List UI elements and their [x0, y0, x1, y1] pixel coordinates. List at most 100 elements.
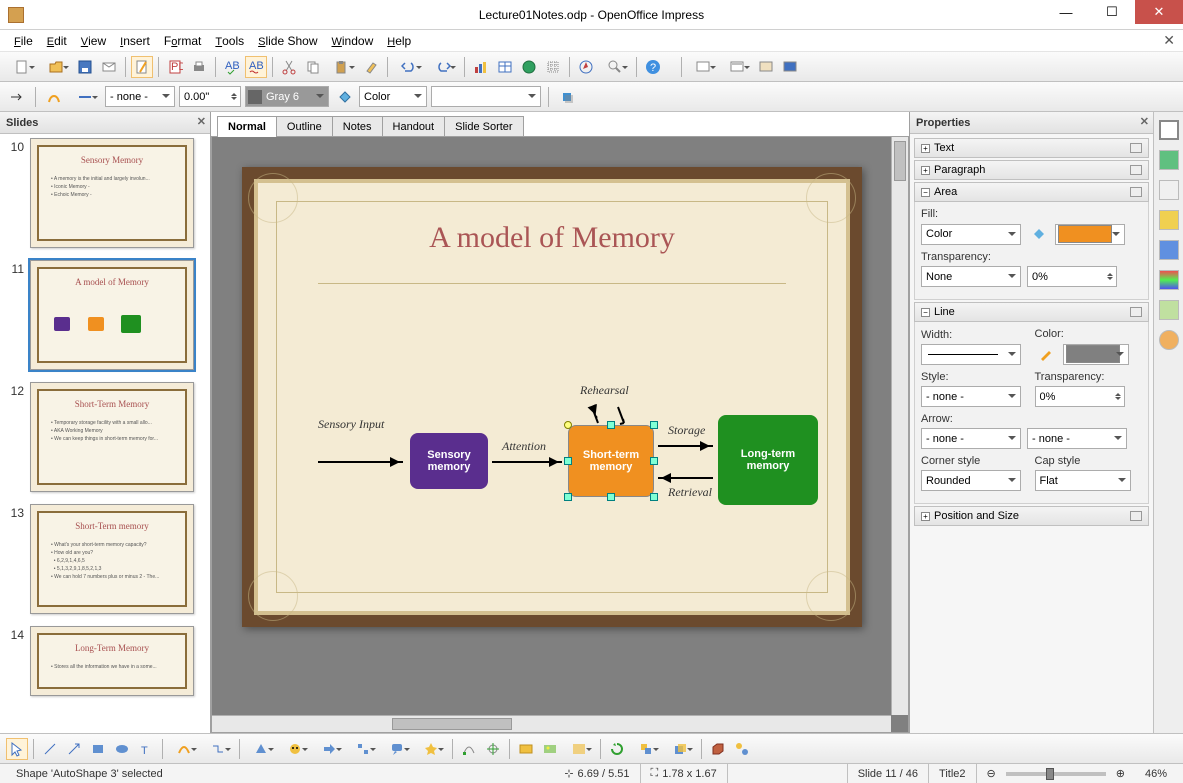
chart-button[interactable]: [470, 56, 492, 78]
redo-button[interactable]: [427, 56, 459, 78]
more-icon[interactable]: [1130, 143, 1142, 153]
sidetab-custom-animation[interactable]: [1159, 180, 1179, 200]
more-icon[interactable]: [1130, 165, 1142, 175]
open-button[interactable]: [40, 56, 72, 78]
fill-type-combo[interactable]: Color: [359, 86, 427, 107]
more-icon[interactable]: [1130, 187, 1142, 197]
canvas-hscroll[interactable]: [212, 715, 891, 732]
canvas-vscroll[interactable]: [891, 137, 908, 715]
spellcheck-button[interactable]: ABC: [221, 56, 243, 78]
rotation-handle[interactable]: [564, 421, 572, 429]
navigator-button[interactable]: [575, 56, 597, 78]
arrange-tool[interactable]: [664, 738, 696, 760]
points-tool[interactable]: [458, 738, 480, 760]
close-document-button[interactable]: ✕: [1163, 32, 1175, 49]
close-button[interactable]: ✕: [1135, 0, 1183, 24]
interaction-tool[interactable]: [731, 738, 753, 760]
bucket-icon[interactable]: [1027, 223, 1049, 245]
fill-type-select[interactable]: Color: [921, 224, 1021, 245]
new-button[interactable]: [6, 56, 38, 78]
sidetab-styles[interactable]: [1159, 240, 1179, 260]
email-button[interactable]: [98, 56, 120, 78]
section-text[interactable]: +Text: [914, 138, 1149, 158]
shadow-button[interactable]: [556, 86, 578, 108]
corner-select[interactable]: Rounded: [921, 470, 1021, 491]
table-button[interactable]: [494, 56, 516, 78]
line-tool[interactable]: [39, 738, 61, 760]
resize-handle-n[interactable]: [607, 421, 615, 429]
zoom-button[interactable]: [599, 56, 631, 78]
sidetab-functions[interactable]: [1159, 330, 1179, 350]
tab-normal[interactable]: Normal: [217, 116, 277, 137]
tab-slidesorter[interactable]: Slide Sorter: [444, 116, 523, 137]
menu-view[interactable]: View: [75, 32, 112, 50]
slide-canvas[interactable]: A model of Memory Sensory Input Sensory …: [211, 136, 909, 733]
sidetab-navigator[interactable]: [1159, 300, 1179, 320]
more-icon[interactable]: [1130, 511, 1142, 521]
menu-insert[interactable]: Insert: [114, 32, 156, 50]
minimize-button[interactable]: —: [1043, 0, 1089, 24]
transparency-mode-select[interactable]: None: [921, 266, 1021, 287]
slide-thumb-14[interactable]: Long-Term Memory• Stores all the informa…: [30, 626, 194, 696]
box-short-term-memory[interactable]: Short-term memory: [568, 425, 654, 497]
arrow-input[interactable]: [318, 461, 403, 463]
arrow-left-select[interactable]: - none -: [921, 428, 1021, 449]
tab-notes[interactable]: Notes: [332, 116, 383, 137]
extrusion-tool[interactable]: [707, 738, 729, 760]
sidetab-properties[interactable]: [1159, 120, 1179, 140]
hyperlink-button[interactable]: [518, 56, 540, 78]
arrow-retrieval[interactable]: [658, 477, 713, 479]
slides-thumbnails[interactable]: 10 Sensory Memory• A memory is the initi…: [0, 134, 210, 733]
callout-tool[interactable]: [381, 738, 413, 760]
menu-tools[interactable]: Tools: [209, 32, 250, 50]
zoom-out-button[interactable]: ⊖: [987, 767, 996, 780]
zoom-controls[interactable]: ⊖ ⊕: [977, 764, 1135, 783]
section-line[interactable]: −Line: [914, 302, 1149, 322]
line-endings-button[interactable]: [69, 86, 101, 108]
zoom-thumb[interactable]: [1046, 768, 1054, 780]
curve-tool[interactable]: [168, 738, 200, 760]
section-position-size[interactable]: +Position and Size: [914, 506, 1149, 526]
rotate-tool[interactable]: [606, 738, 628, 760]
tab-handout[interactable]: Handout: [382, 116, 446, 137]
slide-thumb-10[interactable]: Sensory Memory• A memory is the initial …: [30, 138, 194, 248]
select-tool[interactable]: [6, 738, 28, 760]
line-trans-spinner[interactable]: 0%: [1035, 386, 1125, 407]
format-paintbrush-button[interactable]: [360, 56, 382, 78]
symbol-shapes-tool[interactable]: [279, 738, 311, 760]
toolbar-overflow-2[interactable]: [803, 56, 813, 78]
gluepoints-tool[interactable]: [482, 738, 504, 760]
slide-button[interactable]: [687, 56, 719, 78]
line-color-combo[interactable]: Gray 6: [245, 86, 329, 107]
cap-select[interactable]: Flat: [1035, 470, 1131, 491]
sidetab-gallery[interactable]: [1159, 270, 1179, 290]
menu-edit[interactable]: Edit: [41, 32, 73, 50]
sidetab-master-pages[interactable]: [1159, 150, 1179, 170]
resize-handle-w[interactable]: [564, 457, 572, 465]
toolbar-overflow[interactable]: [666, 56, 676, 78]
more-icon[interactable]: [1130, 307, 1142, 317]
text-tool[interactable]: T: [135, 738, 157, 760]
line-color-select[interactable]: [1063, 344, 1129, 365]
menu-help[interactable]: Help: [381, 32, 417, 50]
box-sensory-memory[interactable]: Sensory memory: [410, 433, 488, 489]
slide-thumb-11[interactable]: A model of Memory: [30, 260, 194, 370]
transparency-value-spinner[interactable]: 0%: [1027, 266, 1117, 287]
undo-button[interactable]: [393, 56, 425, 78]
ellipse-tool[interactable]: [111, 738, 133, 760]
slide-thumb-13[interactable]: Short-Term memory• What's your short-ter…: [30, 504, 194, 614]
fontwork-tool[interactable]: [515, 738, 537, 760]
slide-design-button[interactable]: [755, 56, 777, 78]
fill-color-combo[interactable]: [431, 86, 541, 107]
block-arrows-tool[interactable]: [313, 738, 345, 760]
resize-handle-sw[interactable]: [564, 493, 572, 501]
line-width-select[interactable]: [921, 344, 1021, 365]
edit-file-button[interactable]: [131, 56, 153, 78]
zoom-slider[interactable]: [1006, 772, 1106, 776]
toolbar2-overflow[interactable]: [582, 86, 592, 108]
slide-title[interactable]: A model of Memory: [258, 221, 846, 255]
arrow-storage[interactable]: [658, 445, 713, 447]
help-button[interactable]: ?: [642, 56, 664, 78]
menu-window[interactable]: Window: [325, 32, 379, 50]
close-slides-panel[interactable]: ✕: [197, 115, 206, 128]
